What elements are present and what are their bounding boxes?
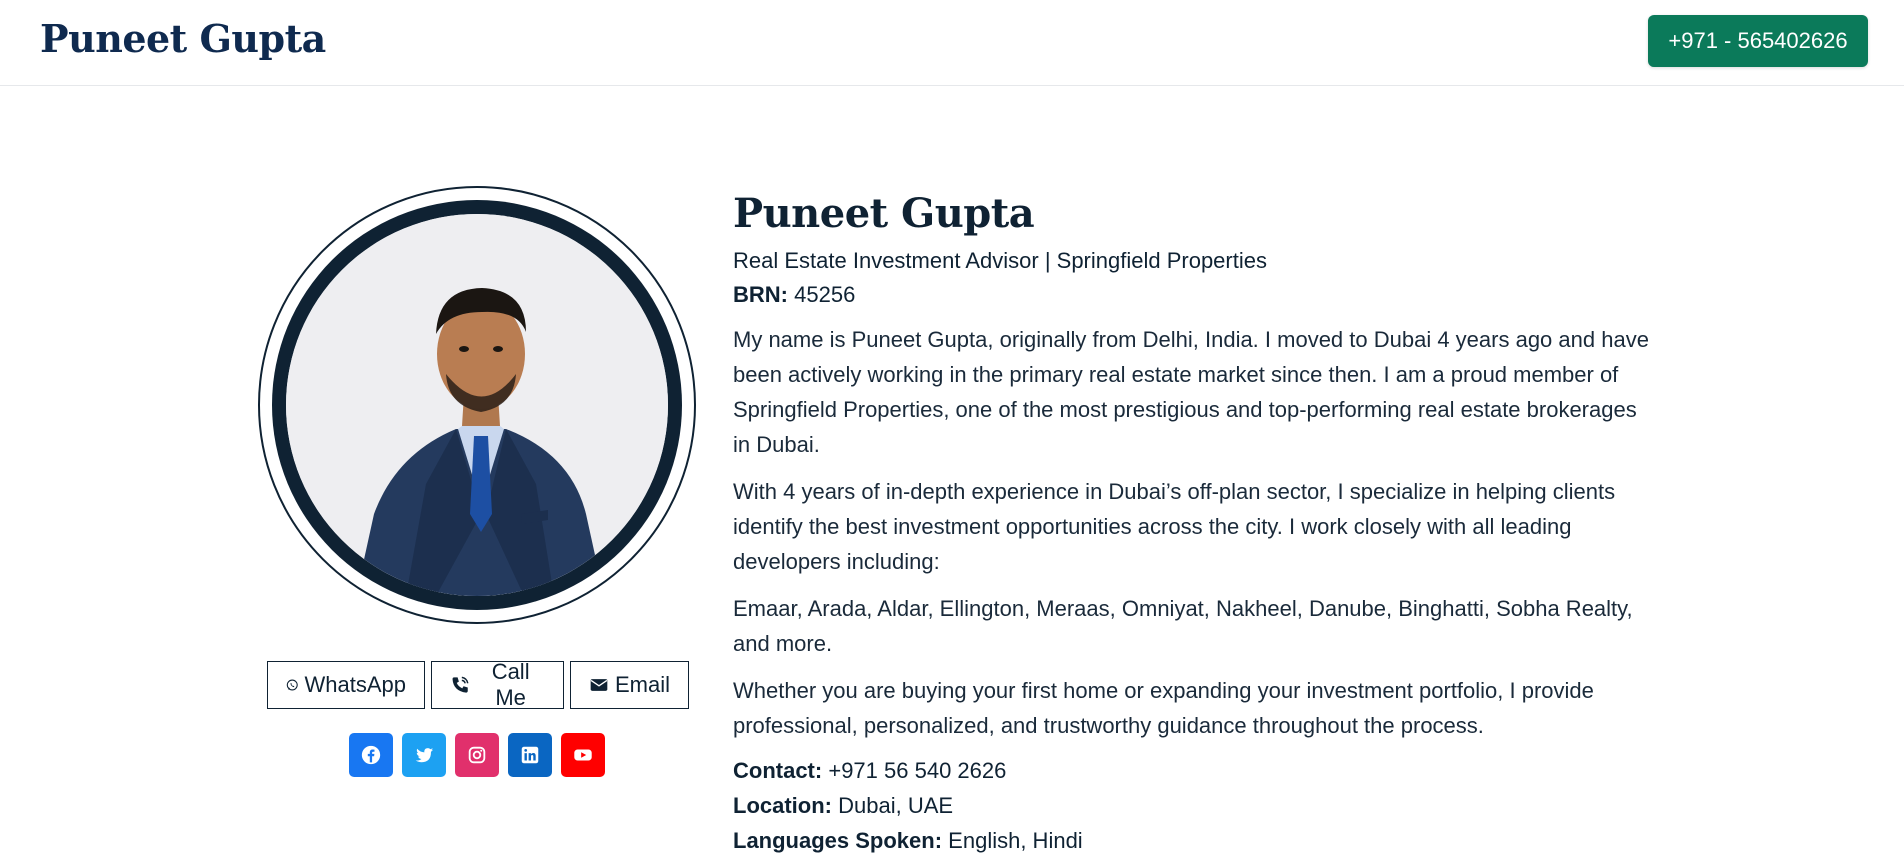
developers-paragraph: Emaar, Arada, Aldar, Ellington, Meraas, … (733, 596, 1633, 656)
location-line: Location: Dubai, UAE (733, 788, 1653, 823)
linkedin-link[interactable] (508, 733, 552, 777)
brn-value: 45256 (794, 282, 856, 307)
whatsapp-button[interactable]: WhatsApp (267, 661, 425, 709)
call-me-button[interactable]: Call Me (431, 659, 564, 710)
email-label: Email (614, 672, 670, 697)
brn-label: BRN: (733, 282, 788, 307)
facebook-link[interactable] (349, 733, 393, 777)
profile-photo (286, 214, 668, 596)
profile-details: Puneet Gupta Real Estate Investment Advi… (733, 188, 1653, 858)
location-value: Dubai, UAE (838, 793, 954, 818)
contact-label: Contact: (733, 758, 823, 783)
phone-button[interactable]: +971 - 565402626 (1648, 15, 1868, 67)
youtube-link[interactable] (561, 733, 605, 777)
linkedin-icon (521, 746, 539, 764)
twitter-link[interactable] (402, 733, 446, 777)
call-me-label: Call Me (491, 659, 530, 710)
brand-logo[interactable]: Puneet Gupta (40, 16, 326, 61)
envelope-icon (590, 679, 608, 691)
site-header: Puneet Gupta +971 - 565402626 (0, 0, 1904, 86)
profile-photo-frame (258, 186, 696, 624)
instagram-link[interactable] (455, 733, 499, 777)
languages-label: Languages Spoken: (733, 828, 943, 853)
contact-line: Contact: +971 56 540 2626 (733, 753, 1653, 788)
languages-value: English, Hindi (948, 828, 1083, 853)
profile-title: Real Estate Investment Advisor | Springf… (733, 248, 1267, 273)
profile-name: Puneet Gupta (733, 190, 1035, 237)
portrait-illustration (286, 214, 668, 596)
profile-photo-ring (272, 200, 682, 610)
bio-paragraph: With 4 years of in-depth experience in D… (733, 479, 1616, 574)
languages-line: Languages Spoken: English, Hindi (733, 823, 1653, 858)
instagram-icon (468, 746, 486, 764)
social-links (349, 733, 605, 777)
contact-value[interactable]: +971 56 540 2626 (828, 758, 1006, 783)
phone-call-icon (452, 676, 469, 693)
email-button[interactable]: Email (570, 661, 689, 709)
twitter-icon (415, 748, 434, 763)
brn-line: BRN: 45256 (733, 280, 1653, 310)
whatsapp-label: WhatsApp (304, 672, 407, 697)
whatsapp-icon (286, 679, 298, 691)
location-label: Location: (733, 793, 832, 818)
facebook-icon (361, 745, 381, 765)
bio-paragraph: Whether you are buying your first home o… (733, 678, 1594, 738)
contact-buttons: WhatsApp Call Me Email (267, 659, 689, 710)
bio-paragraph: My name is Puneet Gupta, originally from… (733, 327, 1649, 457)
youtube-icon (574, 749, 592, 761)
